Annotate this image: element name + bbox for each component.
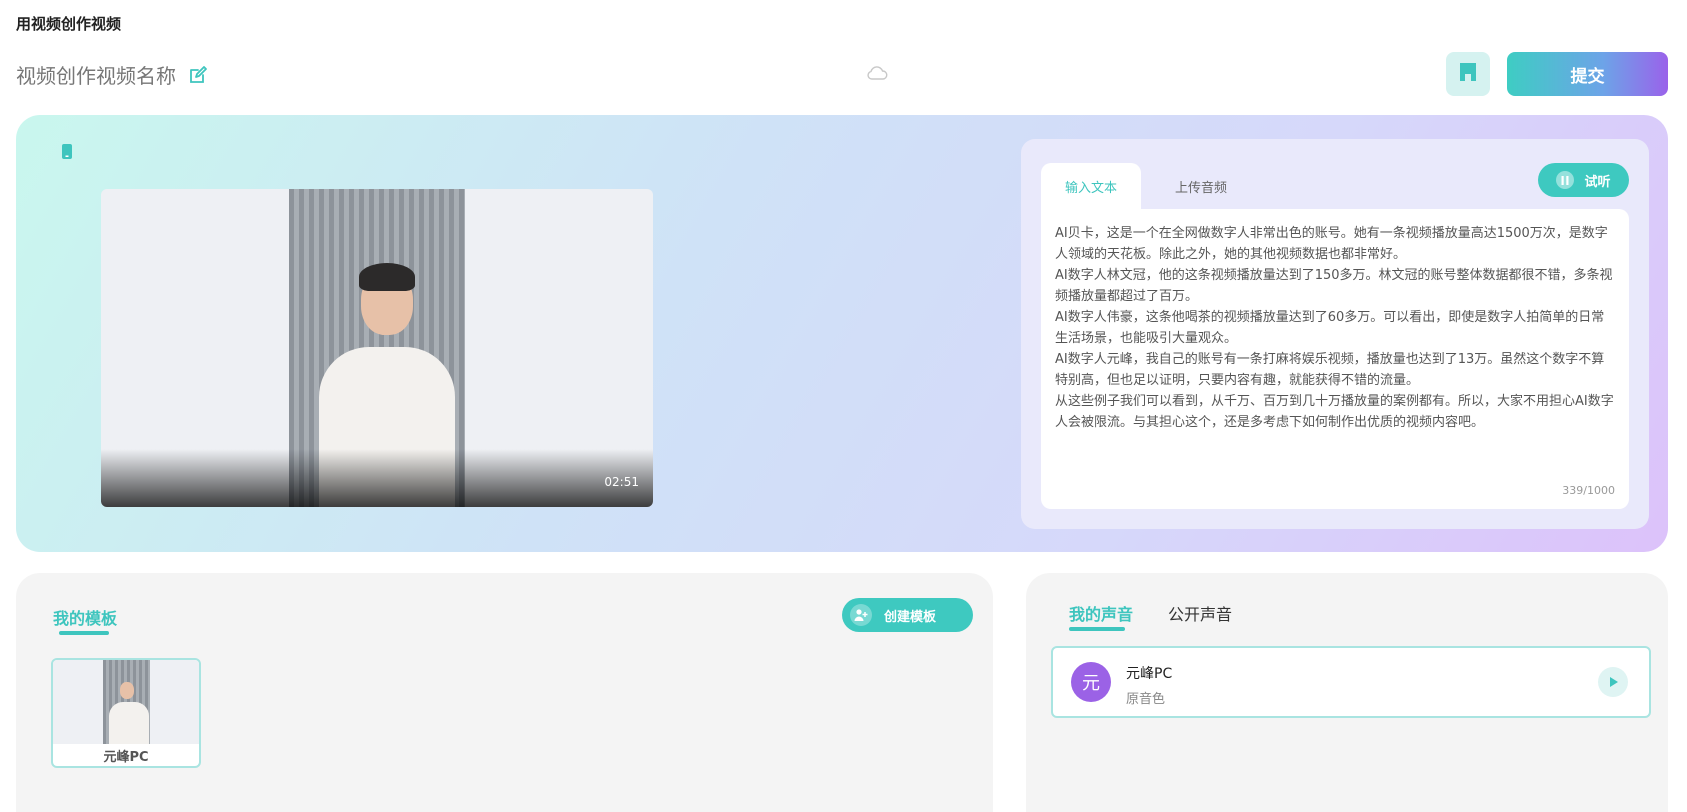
edit-icon[interactable] <box>188 65 208 85</box>
play-icon <box>1607 673 1619 692</box>
script-card: 输入文本 上传音频 试听 AI贝卡，这是一个在全网做数字人非常出色的账号。她有一… <box>1021 139 1649 529</box>
page-heading: 用视频创作视频 <box>16 15 122 33</box>
tab-input-text[interactable]: 输入文本 <box>1041 163 1141 209</box>
add-user-icon <box>850 604 872 626</box>
project-name-row: 视频创作视频名称 <box>16 60 208 89</box>
video-preview[interactable]: 02:51 <box>101 189 653 507</box>
listen-label: 试听 <box>1584 174 1611 190</box>
create-template-label: 创建模板 <box>884 609 937 625</box>
project-name: 视频创作视频名称 <box>16 64 176 88</box>
tab-underline <box>59 631 109 635</box>
tab-my-templates[interactable]: 我的模板 <box>53 605 117 629</box>
submit-button[interactable]: 提交 <box>1507 52 1668 96</box>
cloud-icon <box>866 65 888 81</box>
tab-my-voices[interactable]: 我的声音 <box>1069 601 1133 625</box>
template-thumbnail <box>53 660 199 744</box>
voice-panel: 我的声音 公开声音 元 元峰PC 原音色 <box>1026 573 1668 812</box>
video-duration: 02:51 <box>604 475 639 489</box>
tab-upload-audio[interactable]: 上传音频 <box>1141 163 1261 209</box>
save-button[interactable] <box>1446 52 1490 96</box>
script-textarea[interactable]: AI贝卡，这是一个在全网做数字人非常出色的账号。她有一条视频播放量高达1500万… <box>1041 209 1629 509</box>
play-button[interactable] <box>1598 667 1628 697</box>
voice-item[interactable]: 元 元峰PC 原音色 <box>1051 646 1651 718</box>
listen-button[interactable]: 试听 <box>1538 163 1629 197</box>
script-text: AI贝卡，这是一个在全网做数字人非常出色的账号。她有一条视频播放量高达1500万… <box>1055 226 1614 430</box>
save-icon <box>1458 61 1478 87</box>
voice-subtitle: 原音色 <box>1126 692 1166 707</box>
editor-panel: 02:51 输入文本 上传音频 试听 AI贝卡，这是一个在全网做数字人非常出色的… <box>16 115 1668 552</box>
tab-underline <box>1069 627 1125 631</box>
template-panel: 我的模板 创建模板 元峰PC <box>16 573 993 812</box>
template-name: 元峰PC <box>103 750 149 765</box>
pause-icon <box>1556 171 1575 189</box>
voice-name: 元峰PC <box>1126 666 1173 682</box>
template-card[interactable]: 元峰PC <box>51 658 201 768</box>
phone-icon[interactable] <box>62 144 72 159</box>
tab-public-voices[interactable]: 公开声音 <box>1168 601 1232 625</box>
char-count: 339/1000 <box>1562 484 1615 497</box>
voice-avatar: 元 <box>1071 662 1111 702</box>
create-template-button[interactable]: 创建模板 <box>842 598 973 632</box>
